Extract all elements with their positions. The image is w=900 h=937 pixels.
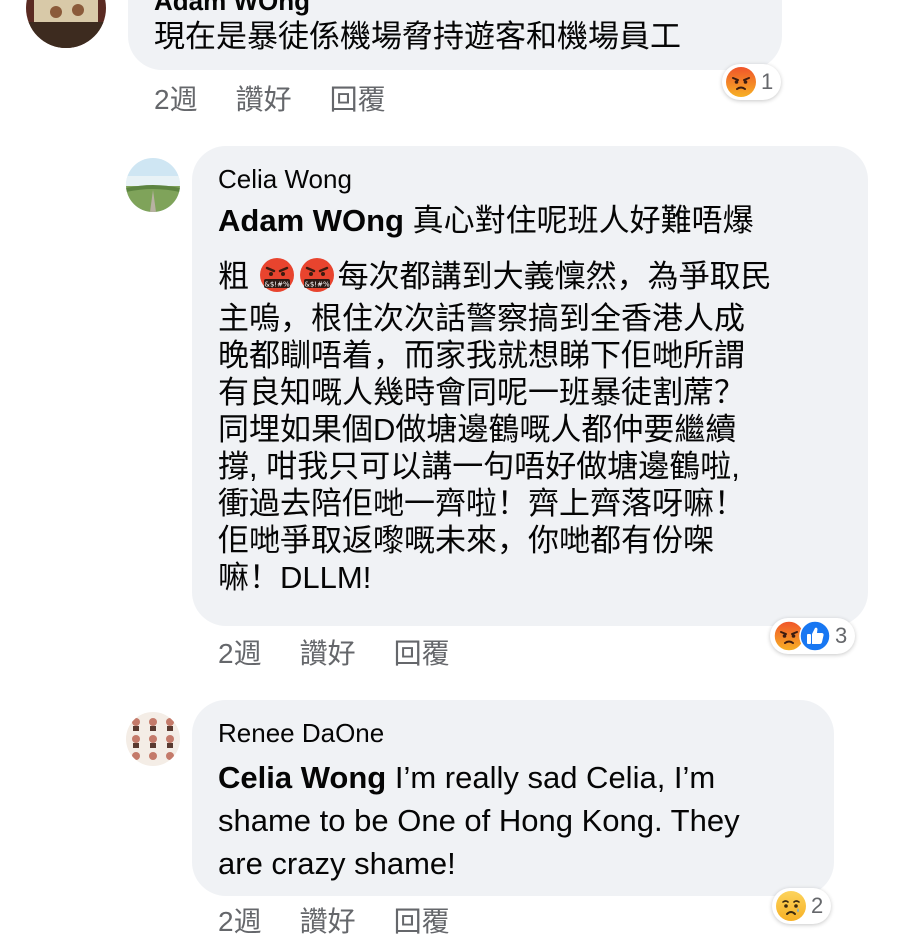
comment-text-line: I’m really sad Celia, I’m	[386, 760, 716, 795]
sad-icon	[776, 891, 806, 921]
comment-text-line: 佢哋爭取返嚟嘅未來，你哋都有份㗎	[218, 523, 714, 558]
reaction-summary[interactable]: 1	[722, 64, 782, 100]
reply-button[interactable]: 回覆	[394, 900, 450, 937]
comment-text-line: 嘛！DLLM!	[218, 560, 372, 595]
comment-text-line: 同埋如果個D做塘邊鶴嘅人都仲要繼續	[218, 412, 737, 447]
reaction-count: 1	[761, 69, 774, 94]
comment-author[interactable]: Adam WOng	[154, 0, 310, 16]
comment-author[interactable]: Renee DaOne	[218, 718, 384, 748]
angry-icon	[726, 67, 756, 97]
commenter-avatar[interactable]	[126, 712, 180, 766]
comment-author[interactable]: Celia Wong	[218, 164, 352, 194]
comment-actions: 2週 讚好 回覆	[154, 78, 386, 118]
comment-text-line: are crazy shame!	[218, 846, 456, 881]
like-button[interactable]: 讚好	[236, 78, 292, 118]
comment-body: Celia Wong I’m really sad Celia, I’m sha…	[218, 756, 828, 885]
like-button[interactable]: 讚好	[300, 632, 356, 672]
comment-timestamp[interactable]: 2週	[154, 78, 198, 118]
comment-actions: 2週 讚好 回覆	[218, 900, 450, 937]
comment-text-line: 真心對住呢班人好難唔爆	[404, 203, 754, 238]
svg-text:&$!#%: &$!#%	[264, 281, 290, 289]
comment-text-line: 粗	[218, 259, 249, 294]
reaction-summary[interactable]: 3	[770, 618, 856, 654]
comment-text-line: 每次都講到大義懍然，為爭取民	[337, 259, 772, 294]
comment-bubble: Celia Wong Adam WOng 真心對住呢班人好難唔爆 粗 &$!#%	[192, 146, 868, 626]
comment-text-line: 衝過去陪佢哋一齊啦！齊上齊落呀嘛！	[218, 486, 745, 521]
mention-link[interactable]: Celia Wong	[218, 760, 386, 795]
reaction-count: 2	[811, 893, 824, 918]
comment-timestamp[interactable]: 2週	[218, 900, 262, 937]
comment-body: Adam WOng 真心對住呢班人好難唔爆 粗 &$!#% &$!#% 每次都講…	[218, 202, 858, 596]
cursing-face-icon: &$!#%	[299, 258, 334, 292]
like-icon	[799, 620, 831, 652]
cursing-face-icon: &$!#%	[259, 258, 294, 292]
reply-button[interactable]: 回覆	[330, 78, 386, 118]
reaction-count: 3	[835, 623, 848, 648]
reaction-summary[interactable]: 2	[772, 888, 832, 924]
mention-link[interactable]: Adam WOng	[218, 203, 404, 238]
comment-text: 現在是暴徒係機場脅持遊客和機場員工	[154, 19, 681, 54]
comment-text-line: 晚都瞓唔着，而家我就想睇下佢哋所謂	[218, 338, 745, 373]
commenter-avatar[interactable]	[26, 0, 106, 48]
svg-text:&$!#%: &$!#%	[304, 281, 330, 289]
comment-bubble: Adam WOng 現在是暴徒係機場脅持遊客和機場員工	[128, 0, 782, 70]
comment-bubble: Renee DaOne Celia Wong I’m really sad Ce…	[192, 700, 834, 896]
reply-button[interactable]: 回覆	[394, 632, 450, 672]
comment-text-line: 主嗚，根住次次話警察搞到全香港人成	[218, 301, 745, 336]
comment-text-line: 有良知嘅人幾時會同呢一班暴徒割蓆？	[218, 375, 745, 410]
comment-timestamp[interactable]: 2週	[218, 632, 262, 672]
commenter-avatar[interactable]	[126, 158, 180, 212]
like-button[interactable]: 讚好	[300, 900, 356, 937]
comment-text-line: 撐, 咁我只可以講一句唔好做塘邊鶴啦,	[218, 449, 740, 484]
comment-actions: 2週 讚好 回覆	[218, 632, 450, 672]
comment-text-line: shame to be One of Hong Kong. They	[218, 803, 740, 838]
comment-thread: Adam WOng 現在是暴徒係機場脅持遊客和機場員工 2週 讚好 回覆 1 C…	[0, 0, 900, 937]
